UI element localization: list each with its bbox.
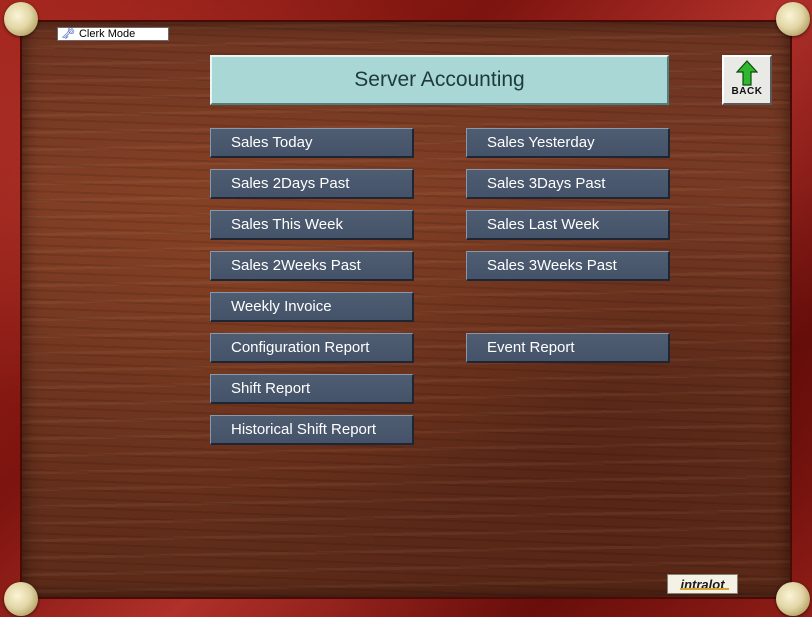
clerk-mode-badge: 🗝 Clerk Mode	[57, 27, 169, 41]
key-icon: 🗝	[61, 28, 75, 40]
up-arrow-icon	[736, 60, 758, 86]
sales-3days-past-button[interactable]: Sales 3Days Past	[466, 169, 670, 199]
corner-ornament-top-left	[4, 2, 38, 36]
historical-shift-report-button[interactable]: Historical Shift Report	[210, 415, 414, 445]
logo-swoosh	[680, 588, 729, 590]
page-title: Server Accounting	[210, 55, 669, 105]
sales-2weeks-past-button[interactable]: Sales 2Weeks Past	[210, 251, 414, 281]
sales-3weeks-past-button[interactable]: Sales 3Weeks Past	[466, 251, 670, 281]
sales-2days-past-button[interactable]: Sales 2Days Past	[210, 169, 414, 199]
weekly-invoice-button[interactable]: Weekly Invoice	[210, 292, 414, 322]
corner-ornament-bottom-left	[4, 582, 38, 616]
back-button[interactable]: BACK	[722, 55, 772, 105]
event-report-button[interactable]: Event Report	[466, 333, 670, 363]
clerk-mode-label: Clerk Mode	[78, 28, 136, 40]
sales-last-week-button[interactable]: Sales Last Week	[466, 210, 670, 240]
sales-this-week-button[interactable]: Sales This Week	[210, 210, 414, 240]
intralot-logo: intralot	[667, 574, 738, 594]
corner-ornament-bottom-right	[776, 582, 810, 616]
sales-today-button[interactable]: Sales Today	[210, 128, 414, 158]
corner-ornament-top-right	[776, 2, 810, 36]
sales-yesterday-button[interactable]: Sales Yesterday	[466, 128, 670, 158]
shift-report-button[interactable]: Shift Report	[210, 374, 414, 404]
back-button-label: BACK	[731, 86, 763, 97]
configuration-report-button[interactable]: Configuration Report	[210, 333, 414, 363]
